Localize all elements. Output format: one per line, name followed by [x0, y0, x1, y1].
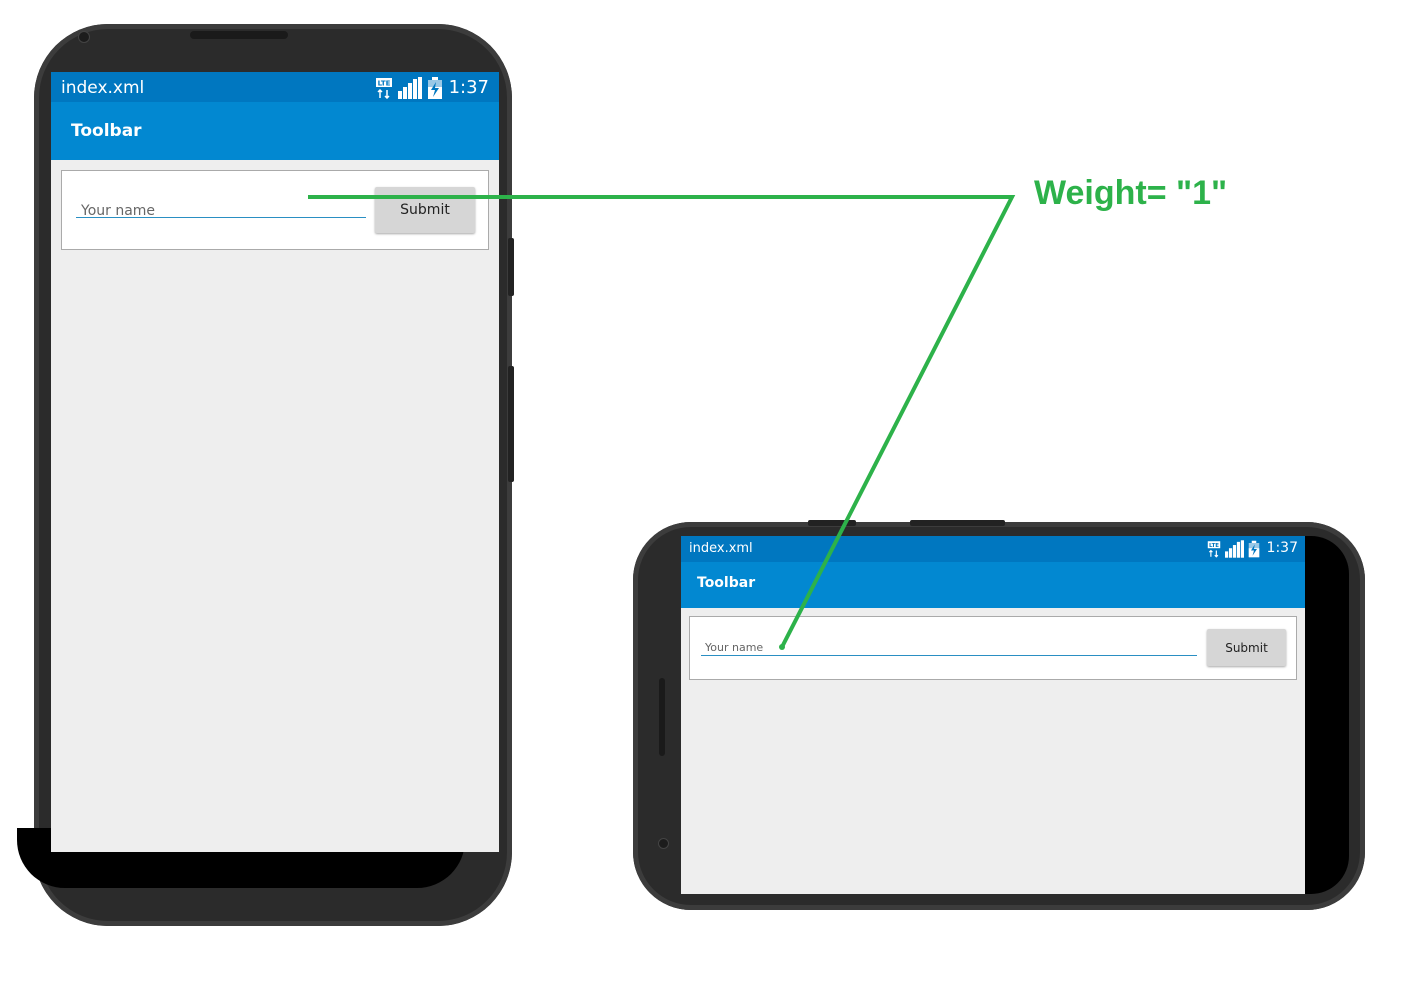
landscape-volume-button	[808, 520, 856, 526]
status-title: index.xml	[689, 541, 753, 556]
name-input-underline	[76, 217, 366, 218]
landscape-power-button	[910, 520, 1005, 526]
submit-button[interactable]: Submit	[1207, 629, 1286, 666]
status-time: 1:37	[448, 77, 489, 98]
form-card: Your name Submit	[689, 616, 1297, 680]
name-input[interactable]: Your name	[705, 641, 763, 654]
svg-text:LTE: LTE	[378, 80, 391, 88]
landscape-speaker	[659, 678, 665, 756]
battery-charging-icon	[428, 77, 442, 99]
landscape-camera	[658, 838, 669, 849]
toolbar: Toolbar	[681, 562, 1305, 608]
landscape-nav-area	[1305, 536, 1349, 894]
toolbar: Toolbar	[51, 102, 499, 160]
landscape-screen: index.xml LTE 1:37 Toolbar Your name Sub…	[681, 536, 1305, 894]
submit-button[interactable]: Submit	[375, 187, 475, 233]
toolbar-title: Toolbar	[697, 575, 756, 591]
portrait-phone: index.xml LTE 1:37 Toolbar Your name Sub…	[34, 24, 512, 926]
battery-charging-icon	[1248, 540, 1260, 558]
status-bar: index.xml LTE 1:37	[681, 536, 1305, 562]
svg-text:LTE: LTE	[1209, 543, 1219, 549]
status-bar: index.xml LTE 1:37	[51, 72, 499, 102]
status-icons: LTE	[1207, 540, 1260, 558]
lte-icon: LTE	[376, 78, 392, 99]
signal-icon	[1225, 540, 1244, 558]
lte-icon: LTE	[1207, 541, 1221, 558]
portrait-screen: index.xml LTE 1:37 Toolbar Your name Sub…	[51, 72, 499, 852]
form-card: Your name Submit	[61, 170, 489, 250]
status-title: index.xml	[61, 78, 145, 98]
annotation-label: Weight= "1"	[1034, 174, 1228, 212]
signal-icon	[398, 77, 422, 99]
name-input-underline	[701, 655, 1197, 656]
toolbar-title: Toolbar	[71, 121, 142, 141]
status-time: 1:37	[1266, 540, 1298, 556]
status-icons: LTE	[375, 77, 443, 99]
